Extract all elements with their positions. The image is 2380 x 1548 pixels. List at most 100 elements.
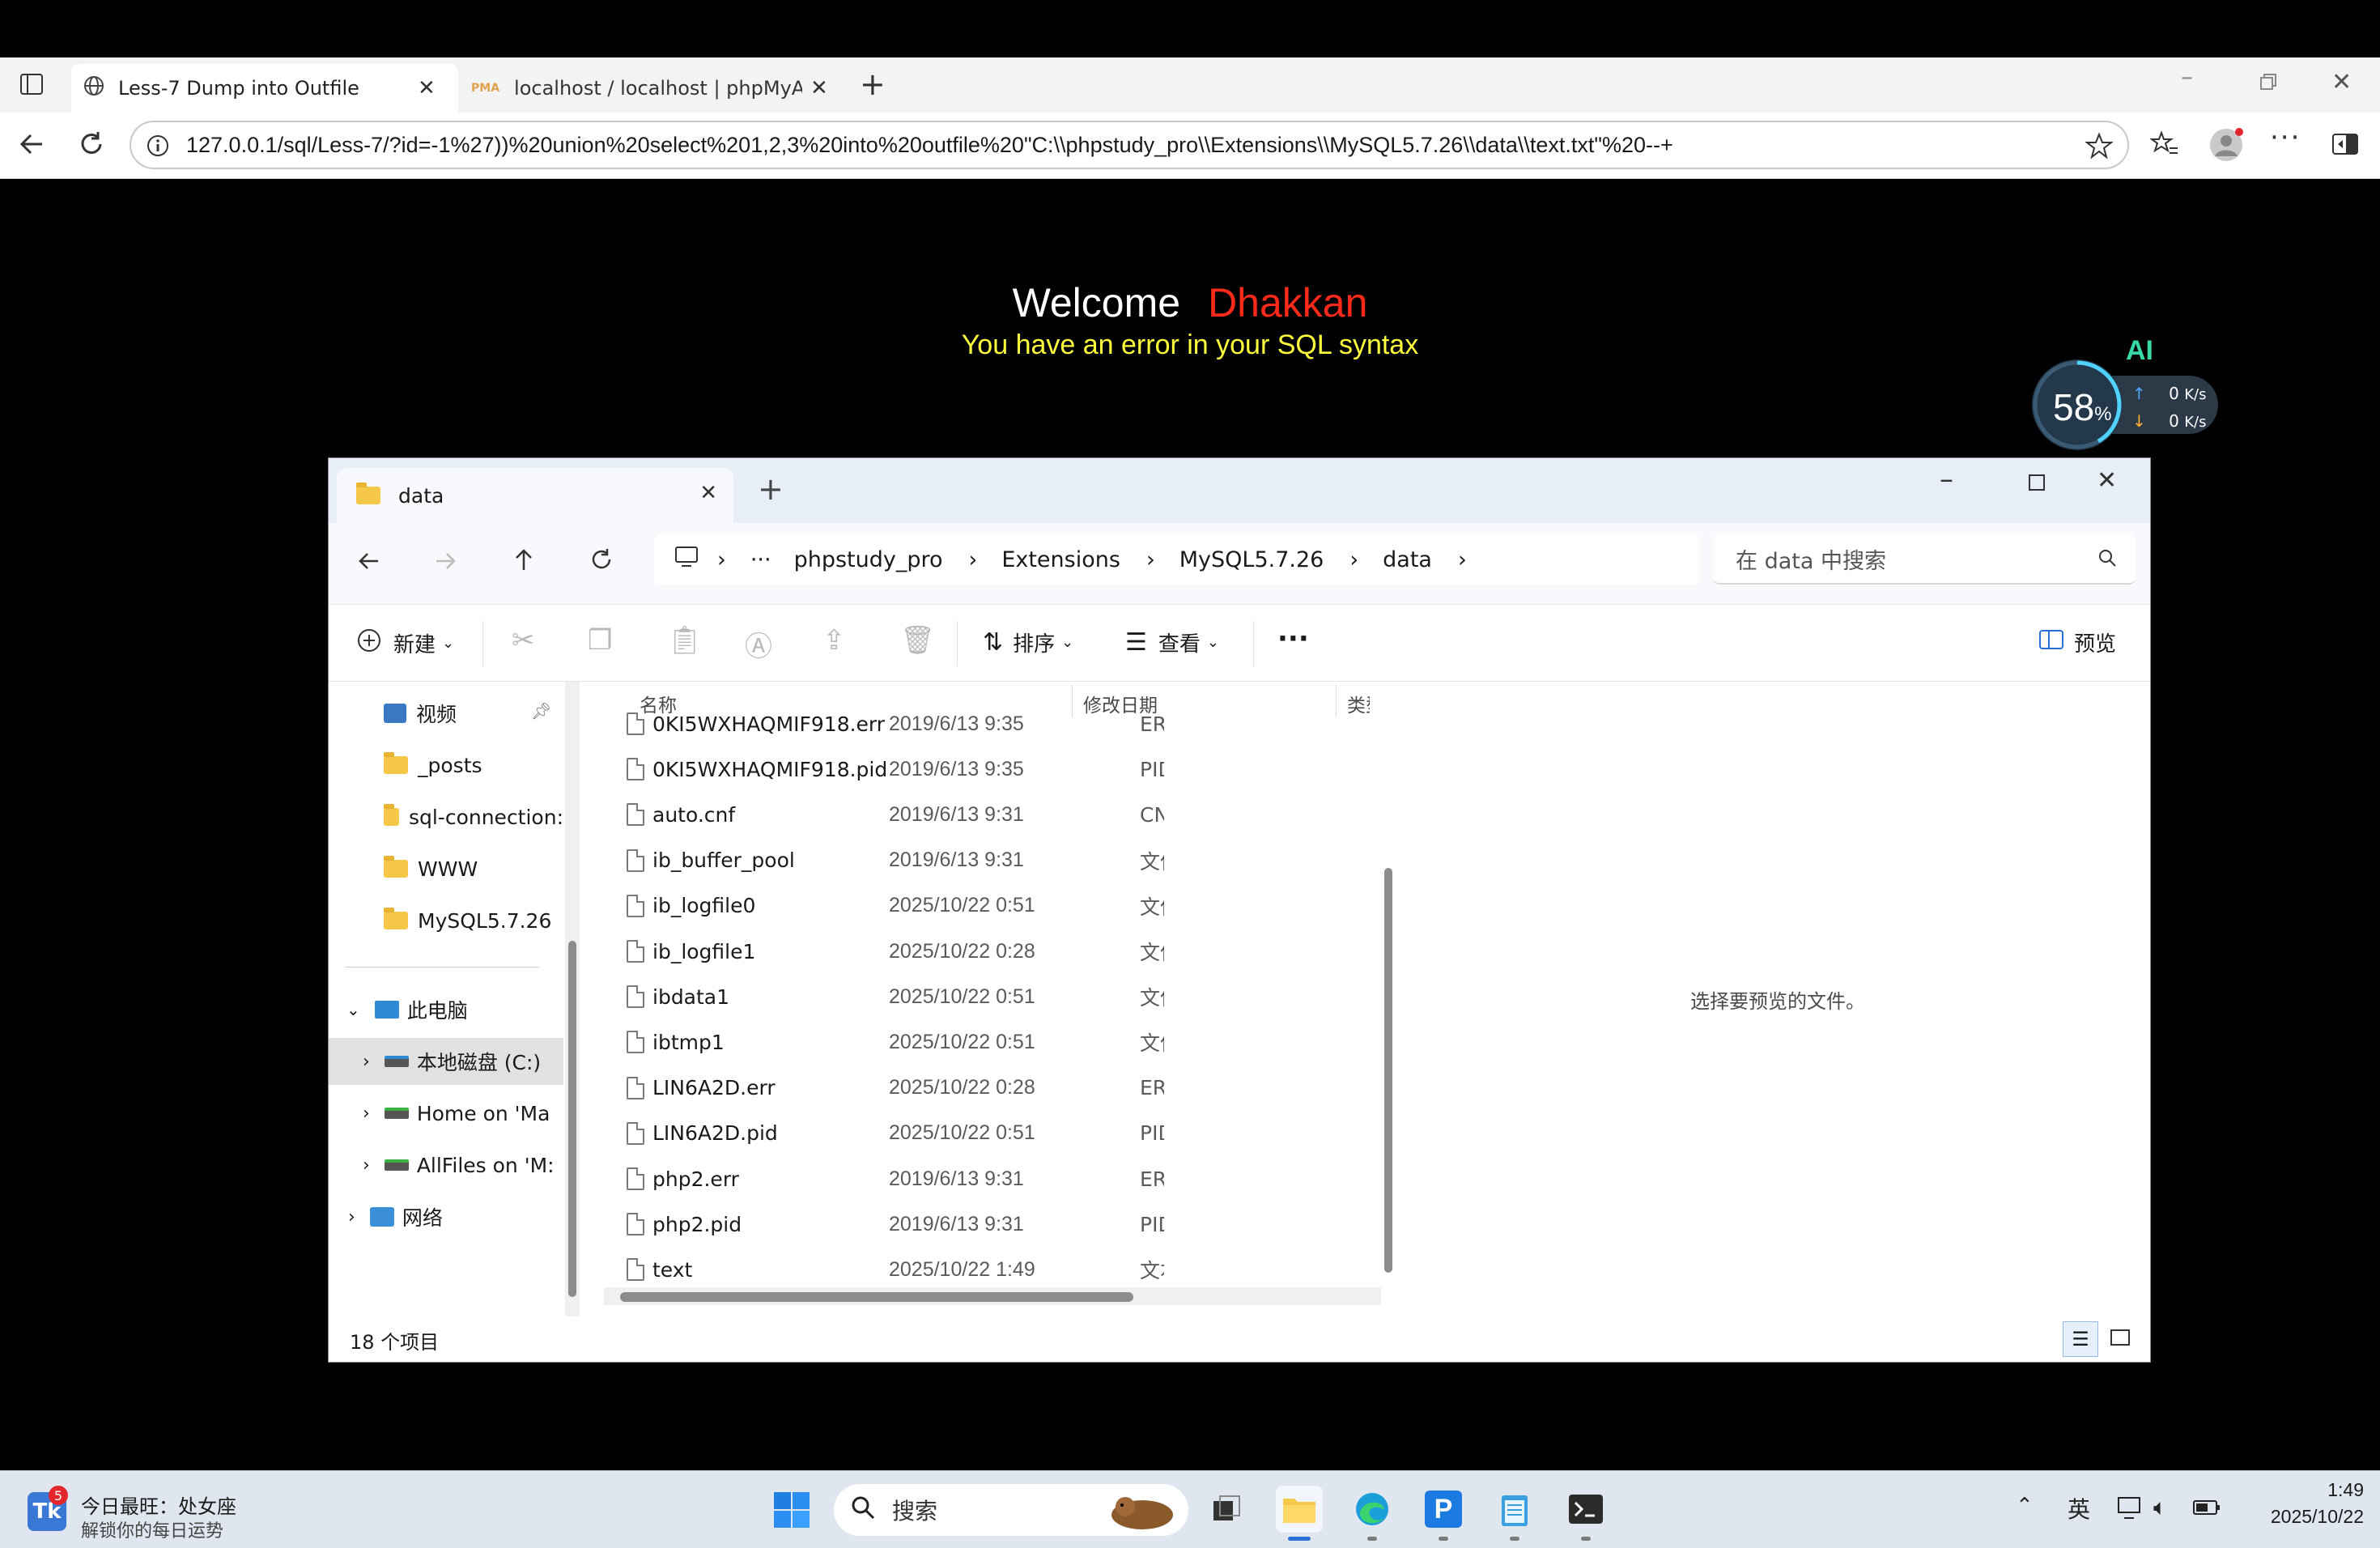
breadcrumb[interactable]: › ··· phpstudy_pro › Extensions › MySQL5… xyxy=(654,534,1700,585)
copy-icon[interactable]: ❐ xyxy=(588,624,612,657)
forward-icon[interactable] xyxy=(434,549,458,576)
back-icon[interactable] xyxy=(18,130,45,163)
search-icon[interactable] xyxy=(2097,547,2118,574)
volume-icon[interactable]: 🔈︎ xyxy=(2153,1494,2167,1521)
large-icons-view-icon[interactable] xyxy=(2108,1326,2132,1355)
performance-monitor-widget[interactable]: 58% AI ↑ 0 K/s ↓ 0 K/s xyxy=(2029,335,2223,450)
close-tab-icon[interactable]: ✕ xyxy=(699,481,717,505)
paste-icon[interactable]: 📋︎ xyxy=(667,624,702,657)
p-app-icon[interactable]: P xyxy=(1420,1486,1467,1541)
tab-phpmyadmin[interactable]: PMA localhost / localhost | phpMyAdm ✕ xyxy=(463,64,844,113)
breadcrumb-item[interactable]: data xyxy=(1383,547,1432,572)
breadcrumb-item[interactable]: phpstudy_pro xyxy=(794,547,943,572)
new-tab-icon[interactable]: + xyxy=(758,471,784,507)
file-row[interactable]: LIN6A2D.err 2025/10/22 0:28 ER xyxy=(596,1065,1405,1111)
file-row[interactable]: php2.pid 2019/6/13 9:31 PID xyxy=(596,1201,1405,1247)
chevron-right-icon[interactable]: › xyxy=(363,1104,370,1124)
sidebar-item-www[interactable]: WWW xyxy=(329,845,563,892)
more-menu-icon[interactable]: ··· xyxy=(2270,124,2301,151)
view-button[interactable]: ☰ 查看 ⌄ xyxy=(1125,627,1219,657)
restore-icon[interactable] xyxy=(2259,72,2278,96)
back-icon[interactable] xyxy=(356,549,380,576)
profile-avatar[interactable] xyxy=(2208,127,2244,168)
sidebar-item-this-pc[interactable]: ⌄ 此电脑 xyxy=(329,986,563,1033)
up-icon[interactable] xyxy=(512,547,536,575)
chevron-right-icon[interactable]: › xyxy=(348,1207,355,1227)
file-row[interactable]: ib_logfile0 2025/10/22 0:51 文件 xyxy=(596,883,1405,929)
news-widget[interactable]: Tk 5 今日最旺：处女座 解锁你的每日运势 xyxy=(28,1486,270,1542)
file-row[interactable]: 0KI5WXHAQMIF918.pid2019/6/13 9:35 PID xyxy=(596,746,1405,792)
file-row[interactable]: ibdata1 2025/10/22 0:51 文件 xyxy=(596,974,1405,1019)
sidebar-item-local-disk[interactable]: › 本地磁盘 (C:) xyxy=(329,1038,563,1085)
file-list-scrollbar[interactable] xyxy=(1381,682,1396,1281)
sidebar-toggle-icon[interactable] xyxy=(19,72,44,101)
more-options-button[interactable]: ··· xyxy=(1277,623,1309,655)
sort-button[interactable]: ⇅ 排序 ⌄ xyxy=(983,627,1073,657)
cut-icon[interactable]: ✂ xyxy=(512,624,535,657)
sidebar-item-allfiles-share[interactable]: › AllFiles on 'M: xyxy=(329,1142,563,1189)
file-row[interactable]: auto.cnf 2019/6/13 9:31 CN xyxy=(596,792,1405,837)
file-row[interactable]: ibtmp1 2025/10/22 0:51 文件 xyxy=(596,1019,1405,1065)
sidebar-item-network[interactable]: › 网络 xyxy=(329,1193,563,1240)
address-bar[interactable]: 127.0.0.1/sql/Less-7/?id=-1%27))%20union… xyxy=(130,121,2129,169)
sidebar-item-home-share[interactable]: › Home on 'Ma xyxy=(329,1090,563,1137)
sidebar-item-mysql[interactable]: MySQL5.7.26 xyxy=(329,897,563,944)
pin-icon[interactable]: 📌︎ xyxy=(531,701,551,721)
chevron-down-icon[interactable]: ⌄ xyxy=(346,1000,360,1019)
breadcrumb-item[interactable]: MySQL5.7.26 xyxy=(1179,547,1324,572)
network-status-icon[interactable] xyxy=(2116,1495,2145,1525)
favorites-icon[interactable] xyxy=(2148,130,2179,164)
url-text[interactable]: 127.0.0.1/sql/Less-7/?id=-1%27))%20union… xyxy=(186,133,1673,158)
details-view-icon[interactable]: ☰ xyxy=(2063,1321,2098,1357)
refresh-icon[interactable] xyxy=(589,547,614,575)
breadcrumb-item[interactable]: Extensions xyxy=(1001,547,1120,572)
task-view-icon[interactable] xyxy=(1203,1486,1250,1533)
reload-icon[interactable] xyxy=(78,130,105,163)
computer-icon[interactable] xyxy=(674,546,699,574)
file-list-hscrollbar[interactable] xyxy=(604,1287,1381,1305)
close-window-icon[interactable]: ✕ xyxy=(2331,70,2352,95)
file-explorer-taskbar-icon[interactable] xyxy=(1276,1486,1323,1541)
explorer-tab-data[interactable]: data ✕ xyxy=(337,468,733,523)
maximize-icon[interactable] xyxy=(2027,473,2046,495)
minimize-icon[interactable]: – xyxy=(1940,463,1953,495)
chevron-right-icon[interactable]: › xyxy=(363,1155,370,1176)
close-icon[interactable]: ✕ xyxy=(2097,466,2117,495)
sidebar-scrollbar[interactable] xyxy=(565,682,580,1316)
new-tab-icon[interactable]: + xyxy=(860,69,886,100)
file-row[interactable]: LIN6A2D.pid 2025/10/22 0:51 PID xyxy=(596,1111,1405,1156)
minimize-icon[interactable]: – xyxy=(2181,66,2193,90)
tab-close-icon[interactable]: ✕ xyxy=(810,76,828,100)
edge-browser-icon[interactable] xyxy=(1349,1486,1396,1541)
sidebar-item-posts[interactable]: _posts xyxy=(329,742,563,789)
search-input[interactable]: 在 data 中搜索 xyxy=(1713,534,2136,585)
file-row[interactable]: text 2025/10/22 1:49 文本 xyxy=(596,1247,1405,1292)
start-button[interactable] xyxy=(772,1491,811,1533)
input-language[interactable]: 英 xyxy=(2068,1492,2090,1525)
info-icon[interactable] xyxy=(146,134,170,161)
file-row[interactable]: ib_buffer_pool 2019/6/13 9:31 文件 xyxy=(596,838,1405,883)
file-row[interactable]: php2.err 2019/6/13 9:31 ER xyxy=(596,1156,1405,1201)
split-screen-icon[interactable] xyxy=(2331,132,2359,161)
share-icon[interactable]: ⇪ xyxy=(822,624,846,657)
terminal-icon[interactable] xyxy=(1562,1486,1609,1541)
show-hidden-icons[interactable]: ⌃ xyxy=(2016,1494,2034,1518)
battery-icon[interactable] xyxy=(2192,1499,2221,1520)
scrollbar-thumb[interactable] xyxy=(620,1292,1133,1302)
breadcrumb-overflow[interactable]: ··· xyxy=(750,547,771,572)
delete-icon[interactable]: 🗑︎ xyxy=(900,624,935,657)
tab-close-icon[interactable]: ✕ xyxy=(418,76,436,100)
new-button[interactable]: 新建 ⌄ xyxy=(356,627,454,659)
sidebar-item-videos[interactable]: 视频 📌︎ xyxy=(329,690,563,737)
clock[interactable]: 1:49 2025/10/22 xyxy=(2242,1479,2364,1528)
file-row[interactable]: ib_logfile1 2025/10/22 0:28 文件 xyxy=(596,929,1405,974)
rename-icon[interactable]: Ⓐ xyxy=(745,624,772,664)
file-row[interactable]: 0KI5WXHAQMIF918.err 2019/6/13 9:35 ER xyxy=(596,701,1405,746)
taskbar-search[interactable]: 搜索 xyxy=(834,1484,1188,1536)
scrollbar-thumb[interactable] xyxy=(568,941,576,1297)
scrollbar-thumb[interactable] xyxy=(1384,868,1392,1273)
chevron-right-icon[interactable]: › xyxy=(363,1052,370,1072)
notepad-icon[interactable] xyxy=(1491,1486,1538,1541)
favorite-star-icon[interactable] xyxy=(2085,132,2114,163)
preview-button[interactable]: 预览 xyxy=(2038,627,2116,657)
